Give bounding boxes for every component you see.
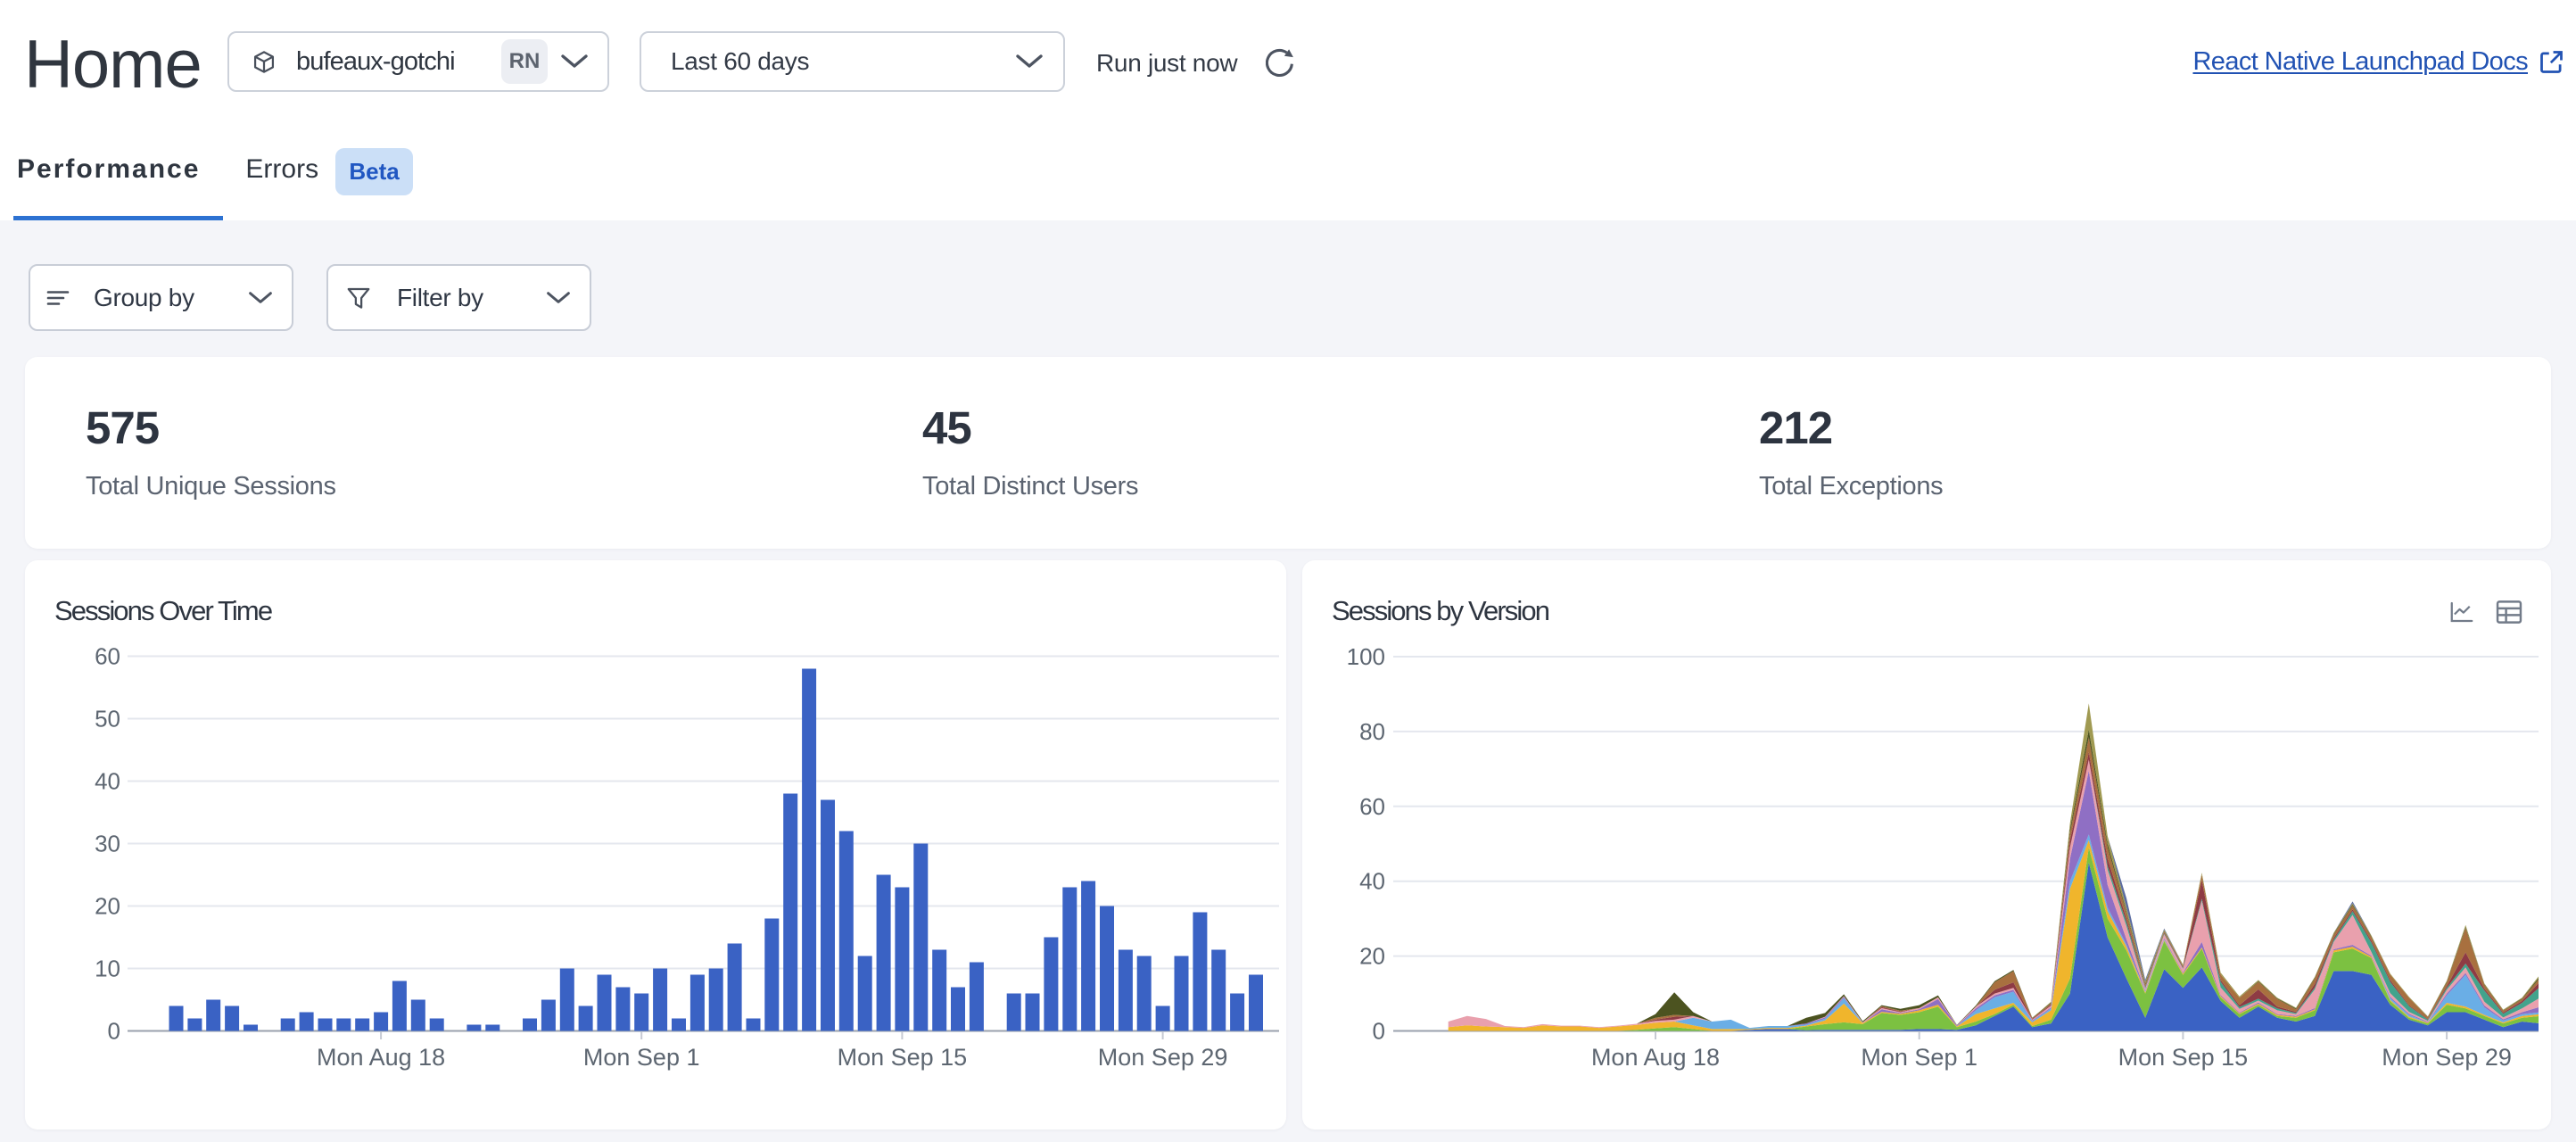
svg-text:20: 20 bbox=[95, 893, 120, 920]
svg-text:0: 0 bbox=[108, 1018, 120, 1045]
svg-text:Mon Aug 18: Mon Aug 18 bbox=[1591, 1044, 1720, 1071]
svg-text:100: 100 bbox=[1347, 643, 1385, 670]
svg-text:80: 80 bbox=[1359, 718, 1385, 745]
svg-text:40: 40 bbox=[1359, 868, 1385, 895]
svg-text:50: 50 bbox=[95, 706, 120, 732]
svg-text:Mon Sep 15: Mon Sep 15 bbox=[2118, 1044, 2249, 1071]
svg-text:Mon Sep 29: Mon Sep 29 bbox=[2382, 1044, 2512, 1071]
svg-text:60: 60 bbox=[95, 643, 120, 670]
svg-text:Mon Sep 15: Mon Sep 15 bbox=[838, 1044, 968, 1071]
svg-text:Mon Aug 18: Mon Aug 18 bbox=[317, 1044, 445, 1071]
svg-text:20: 20 bbox=[1359, 943, 1385, 970]
svg-text:0: 0 bbox=[1373, 1018, 1385, 1045]
svg-text:Mon Sep 1: Mon Sep 1 bbox=[583, 1044, 700, 1071]
svg-text:Mon Sep 1: Mon Sep 1 bbox=[1861, 1044, 1977, 1071]
svg-text:60: 60 bbox=[1359, 793, 1385, 820]
svg-text:10: 10 bbox=[95, 956, 120, 982]
svg-text:30: 30 bbox=[95, 831, 120, 857]
svg-text:40: 40 bbox=[95, 768, 120, 795]
svg-text:Mon Sep 29: Mon Sep 29 bbox=[1098, 1044, 1228, 1071]
